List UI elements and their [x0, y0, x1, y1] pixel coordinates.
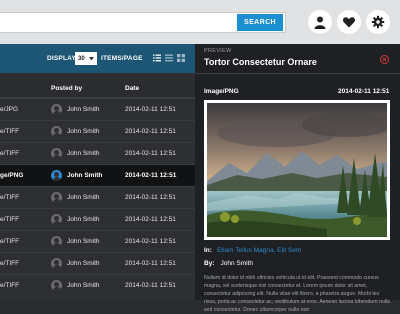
posted-by-cell: John Smith: [67, 282, 100, 289]
date-cell: 2014-02-11 12:51: [125, 260, 176, 267]
avatar: [51, 236, 62, 247]
posted-by-cell: John Smith: [67, 172, 103, 179]
divider: [195, 73, 400, 74]
date-cell: 2014-02-11 12:51: [125, 106, 176, 113]
by-label: By:: [204, 260, 215, 267]
table-row[interactable]: e/TIFF John Smith 2014-02-11 12:51: [0, 208, 195, 230]
landscape-image: [207, 103, 387, 237]
detail-view-icon[interactable]: [165, 54, 173, 62]
date-cell: 2014-02-11 12:51: [125, 216, 176, 223]
posted-by-cell: John Smith: [67, 238, 100, 245]
table-row[interactable]: e/TIFF John Smith 2014-02-11 12:51: [0, 186, 195, 208]
avatar: [51, 148, 62, 159]
avatar: [51, 104, 62, 115]
posted-by-cell: John Smith: [67, 128, 100, 135]
grid-view-icon[interactable]: [177, 54, 185, 62]
date-cell: 2014-02-11 12:51: [125, 238, 176, 245]
gear-icon: [371, 15, 385, 29]
table-row[interactable]: e/JPG John Smith 2014-02-11 12:51: [0, 98, 195, 120]
file-type-cell: e/TIFF: [0, 128, 20, 135]
file-type-cell: e/TIFF: [0, 150, 20, 157]
column-posted-by[interactable]: Posted by: [51, 85, 82, 92]
date-cell: 2014-02-11 12:51: [125, 172, 177, 179]
table-row[interactable]: e/TIFF John Smith 2014-02-11 12:51: [0, 274, 195, 296]
date-cell: 2014-02-11 12:51: [125, 194, 176, 201]
avatar: [51, 258, 62, 269]
file-type-cell: e/TIFF: [0, 194, 20, 201]
results-pane: DISPLAY 30 ITEMS/PAGE Posted by Date e/J…: [0, 44, 195, 300]
close-icon[interactable]: [380, 55, 389, 64]
file-type-cell: e/TIFF: [0, 216, 20, 223]
preview-pane: PREVIEW Tortor Consectetur Ornare Image/…: [195, 44, 400, 313]
file-type-cell: e/TIFF: [0, 238, 20, 245]
heart-icon: [342, 17, 356, 28]
items-per-page-label: ITEMS/PAGE: [101, 55, 143, 62]
collections-line: In: Etiam Tellus Magna, Elit Sem: [204, 247, 301, 254]
posted-by-cell: John Smith: [67, 194, 100, 201]
settings-button[interactable]: [366, 10, 390, 34]
user-icon: [314, 16, 326, 29]
table-row[interactable]: e/TIFF John Smith 2014-02-11 12:51: [0, 252, 195, 274]
avatar: [51, 280, 62, 291]
preview-description: Nullam id dolor id nibh ultricies vehicu…: [204, 275, 390, 313]
in-label: In:: [204, 247, 212, 254]
date-cell: 2014-02-11 12:51: [125, 150, 176, 157]
file-type-cell: e/TIFF: [0, 282, 20, 289]
posted-by-cell: John Smith: [67, 260, 100, 267]
file-type-cell: e/TIFF: [0, 260, 20, 267]
posted-by-cell: John Smith: [67, 216, 100, 223]
file-type-cell: e/JPG: [0, 106, 19, 113]
avatar: [51, 126, 62, 137]
table-row[interactable]: ge/PNG John Smith 2014-02-11 12:51: [0, 164, 195, 186]
column-date[interactable]: Date: [125, 85, 139, 92]
chevron-down-icon: [89, 56, 94, 60]
posted-by-cell: John Smith: [67, 150, 100, 157]
table-header: Posted by Date: [0, 81, 195, 98]
avatar: [51, 192, 62, 203]
file-date: 2014-02-11 12:51: [338, 88, 390, 95]
top-bar: SEARCH: [0, 0, 400, 44]
preview-image[interactable]: [204, 100, 390, 240]
file-type-cell: ge/PNG: [0, 172, 24, 179]
preview-label: PREVIEW: [204, 48, 232, 54]
author-line: By: John Smith: [204, 260, 253, 267]
avatar: [51, 170, 62, 181]
date-cell: 2014-02-11 12:51: [125, 128, 176, 135]
author-name: John Smith: [220, 260, 254, 267]
items-per-page-value: 30: [78, 55, 85, 62]
display-label: DISPLAY: [47, 55, 76, 62]
table-row[interactable]: e/TIFF John Smith 2014-02-11 12:51: [0, 142, 195, 164]
avatar: [51, 214, 62, 225]
search-button[interactable]: SEARCH: [237, 14, 283, 31]
preview-title: Tortor Consectetur Ornare: [204, 57, 317, 67]
posted-by-cell: John Smith: [67, 106, 100, 113]
file-type: Image/PNG: [204, 88, 239, 95]
table-row[interactable]: e/TIFF John Smith 2014-02-11 12:51: [0, 230, 195, 252]
table-row[interactable]: e/TIFF John Smith 2014-02-11 12:51: [0, 120, 195, 142]
user-button[interactable]: [308, 10, 332, 34]
collection-links[interactable]: Etiam Tellus Magna, Elit Sem: [217, 247, 301, 254]
date-cell: 2014-02-11 12:51: [125, 282, 176, 289]
list-view-icon[interactable]: [153, 54, 161, 62]
favorites-button[interactable]: [337, 10, 361, 34]
results-toolbar: DISPLAY 30 ITEMS/PAGE: [0, 44, 195, 73]
items-per-page-select[interactable]: 30: [75, 52, 97, 65]
